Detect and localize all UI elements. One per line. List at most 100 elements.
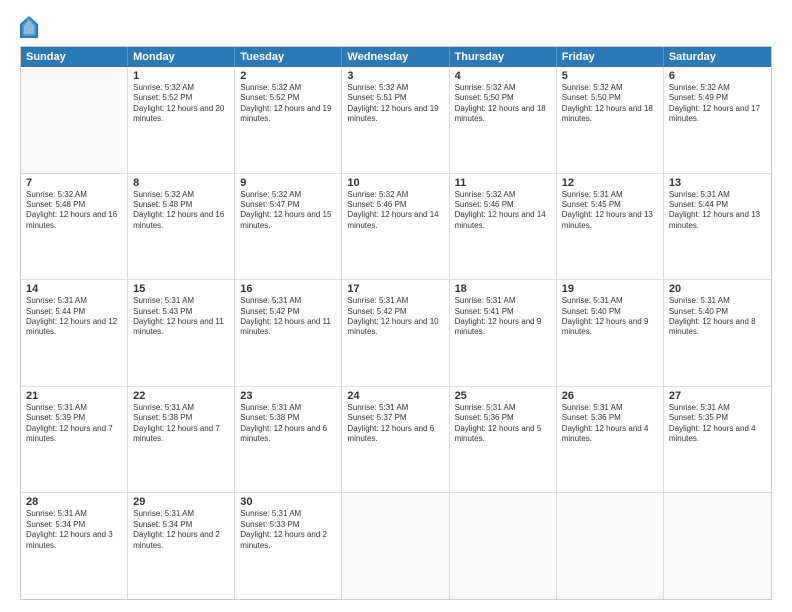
- day-number: 15: [133, 283, 229, 295]
- day-number: 25: [455, 390, 551, 402]
- cell-info: Sunrise: 5:31 AM Sunset: 5:45 PM Dayligh…: [562, 190, 658, 232]
- cell-info: Sunrise: 5:32 AM Sunset: 5:47 PM Dayligh…: [240, 190, 336, 232]
- day-number: 17: [347, 283, 443, 295]
- day-number: 23: [240, 390, 336, 402]
- cell-info: Sunrise: 5:31 AM Sunset: 5:43 PM Dayligh…: [133, 296, 229, 338]
- day-cell-16: 16Sunrise: 5:31 AM Sunset: 5:42 PM Dayli…: [235, 280, 342, 386]
- calendar: SundayMondayTuesdayWednesdayThursdayFrid…: [20, 46, 772, 600]
- weekday-header-saturday: Saturday: [664, 47, 771, 67]
- day-number: 27: [669, 390, 766, 402]
- cell-info: Sunrise: 5:32 AM Sunset: 5:46 PM Dayligh…: [455, 190, 551, 232]
- cell-info: Sunrise: 5:31 AM Sunset: 5:38 PM Dayligh…: [240, 403, 336, 445]
- day-cell-9: 9Sunrise: 5:32 AM Sunset: 5:47 PM Daylig…: [235, 174, 342, 280]
- day-cell-2: 2Sunrise: 5:32 AM Sunset: 5:52 PM Daylig…: [235, 67, 342, 173]
- day-cell-23: 23Sunrise: 5:31 AM Sunset: 5:38 PM Dayli…: [235, 387, 342, 493]
- weekday-header-thursday: Thursday: [450, 47, 557, 67]
- logo-icon: [20, 16, 38, 38]
- cell-info: Sunrise: 5:32 AM Sunset: 5:48 PM Dayligh…: [133, 190, 229, 232]
- day-cell-26: 26Sunrise: 5:31 AM Sunset: 5:36 PM Dayli…: [557, 387, 664, 493]
- cell-info: Sunrise: 5:31 AM Sunset: 5:40 PM Dayligh…: [562, 296, 658, 338]
- day-number: 11: [455, 177, 551, 189]
- cell-info: Sunrise: 5:31 AM Sunset: 5:42 PM Dayligh…: [347, 296, 443, 338]
- day-cell-30: 30Sunrise: 5:31 AM Sunset: 5:33 PM Dayli…: [235, 493, 342, 599]
- cell-info: Sunrise: 5:31 AM Sunset: 5:33 PM Dayligh…: [240, 509, 336, 551]
- day-number: 30: [240, 496, 336, 508]
- cell-info: Sunrise: 5:31 AM Sunset: 5:40 PM Dayligh…: [669, 296, 766, 338]
- calendar-row-4: 21Sunrise: 5:31 AM Sunset: 5:39 PM Dayli…: [21, 387, 771, 494]
- day-number: 29: [133, 496, 229, 508]
- cell-info: Sunrise: 5:31 AM Sunset: 5:44 PM Dayligh…: [669, 190, 766, 232]
- day-number: 13: [669, 177, 766, 189]
- day-cell-3: 3Sunrise: 5:32 AM Sunset: 5:51 PM Daylig…: [342, 67, 449, 173]
- cell-info: Sunrise: 5:31 AM Sunset: 5:41 PM Dayligh…: [455, 296, 551, 338]
- day-number: 20: [669, 283, 766, 295]
- page: SundayMondayTuesdayWednesdayThursdayFrid…: [0, 0, 792, 612]
- day-cell-18: 18Sunrise: 5:31 AM Sunset: 5:41 PM Dayli…: [450, 280, 557, 386]
- weekday-header-wednesday: Wednesday: [342, 47, 449, 67]
- day-number: 2: [240, 70, 336, 82]
- day-number: 14: [26, 283, 122, 295]
- day-number: 12: [562, 177, 658, 189]
- day-cell-14: 14Sunrise: 5:31 AM Sunset: 5:44 PM Dayli…: [21, 280, 128, 386]
- day-cell-12: 12Sunrise: 5:31 AM Sunset: 5:45 PM Dayli…: [557, 174, 664, 280]
- logo: [20, 16, 40, 38]
- day-number: 10: [347, 177, 443, 189]
- day-cell-24: 24Sunrise: 5:31 AM Sunset: 5:37 PM Dayli…: [342, 387, 449, 493]
- calendar-row-2: 7Sunrise: 5:32 AM Sunset: 5:48 PM Daylig…: [21, 174, 771, 281]
- empty-cell: [557, 493, 664, 599]
- weekday-header-monday: Monday: [128, 47, 235, 67]
- cell-info: Sunrise: 5:31 AM Sunset: 5:44 PM Dayligh…: [26, 296, 122, 338]
- day-number: 26: [562, 390, 658, 402]
- day-number: 8: [133, 177, 229, 189]
- day-cell-29: 29Sunrise: 5:31 AM Sunset: 5:34 PM Dayli…: [128, 493, 235, 599]
- day-number: 6: [669, 70, 766, 82]
- empty-cell: [664, 493, 771, 599]
- day-cell-13: 13Sunrise: 5:31 AM Sunset: 5:44 PM Dayli…: [664, 174, 771, 280]
- empty-cell: [450, 493, 557, 599]
- cell-info: Sunrise: 5:32 AM Sunset: 5:50 PM Dayligh…: [455, 83, 551, 125]
- day-cell-5: 5Sunrise: 5:32 AM Sunset: 5:50 PM Daylig…: [557, 67, 664, 173]
- day-cell-21: 21Sunrise: 5:31 AM Sunset: 5:39 PM Dayli…: [21, 387, 128, 493]
- calendar-header: SundayMondayTuesdayWednesdayThursdayFrid…: [21, 47, 771, 67]
- day-cell-4: 4Sunrise: 5:32 AM Sunset: 5:50 PM Daylig…: [450, 67, 557, 173]
- calendar-row-1: 1Sunrise: 5:32 AM Sunset: 5:52 PM Daylig…: [21, 67, 771, 174]
- day-number: 3: [347, 70, 443, 82]
- day-number: 7: [26, 177, 122, 189]
- cell-info: Sunrise: 5:32 AM Sunset: 5:52 PM Dayligh…: [240, 83, 336, 125]
- day-cell-1: 1Sunrise: 5:32 AM Sunset: 5:52 PM Daylig…: [128, 67, 235, 173]
- calendar-row-5: 28Sunrise: 5:31 AM Sunset: 5:34 PM Dayli…: [21, 493, 771, 599]
- day-number: 28: [26, 496, 122, 508]
- weekday-header-tuesday: Tuesday: [235, 47, 342, 67]
- cell-info: Sunrise: 5:31 AM Sunset: 5:36 PM Dayligh…: [455, 403, 551, 445]
- cell-info: Sunrise: 5:32 AM Sunset: 5:48 PM Dayligh…: [26, 190, 122, 232]
- empty-cell: [21, 67, 128, 173]
- cell-info: Sunrise: 5:32 AM Sunset: 5:52 PM Dayligh…: [133, 83, 229, 125]
- empty-cell: [342, 493, 449, 599]
- day-cell-19: 19Sunrise: 5:31 AM Sunset: 5:40 PM Dayli…: [557, 280, 664, 386]
- day-number: 22: [133, 390, 229, 402]
- day-number: 5: [562, 70, 658, 82]
- day-number: 18: [455, 283, 551, 295]
- cell-info: Sunrise: 5:31 AM Sunset: 5:34 PM Dayligh…: [133, 509, 229, 551]
- cell-info: Sunrise: 5:31 AM Sunset: 5:34 PM Dayligh…: [26, 509, 122, 551]
- day-cell-11: 11Sunrise: 5:32 AM Sunset: 5:46 PM Dayli…: [450, 174, 557, 280]
- day-cell-15: 15Sunrise: 5:31 AM Sunset: 5:43 PM Dayli…: [128, 280, 235, 386]
- day-cell-25: 25Sunrise: 5:31 AM Sunset: 5:36 PM Dayli…: [450, 387, 557, 493]
- day-number: 21: [26, 390, 122, 402]
- day-number: 16: [240, 283, 336, 295]
- cell-info: Sunrise: 5:32 AM Sunset: 5:46 PM Dayligh…: [347, 190, 443, 232]
- cell-info: Sunrise: 5:31 AM Sunset: 5:38 PM Dayligh…: [133, 403, 229, 445]
- day-number: 4: [455, 70, 551, 82]
- cell-info: Sunrise: 5:32 AM Sunset: 5:49 PM Dayligh…: [669, 83, 766, 125]
- day-cell-8: 8Sunrise: 5:32 AM Sunset: 5:48 PM Daylig…: [128, 174, 235, 280]
- day-cell-20: 20Sunrise: 5:31 AM Sunset: 5:40 PM Dayli…: [664, 280, 771, 386]
- calendar-body: 1Sunrise: 5:32 AM Sunset: 5:52 PM Daylig…: [21, 67, 771, 599]
- day-number: 19: [562, 283, 658, 295]
- day-cell-6: 6Sunrise: 5:32 AM Sunset: 5:49 PM Daylig…: [664, 67, 771, 173]
- weekday-header-sunday: Sunday: [21, 47, 128, 67]
- cell-info: Sunrise: 5:32 AM Sunset: 5:50 PM Dayligh…: [562, 83, 658, 125]
- day-cell-7: 7Sunrise: 5:32 AM Sunset: 5:48 PM Daylig…: [21, 174, 128, 280]
- day-number: 24: [347, 390, 443, 402]
- cell-info: Sunrise: 5:31 AM Sunset: 5:37 PM Dayligh…: [347, 403, 443, 445]
- cell-info: Sunrise: 5:31 AM Sunset: 5:36 PM Dayligh…: [562, 403, 658, 445]
